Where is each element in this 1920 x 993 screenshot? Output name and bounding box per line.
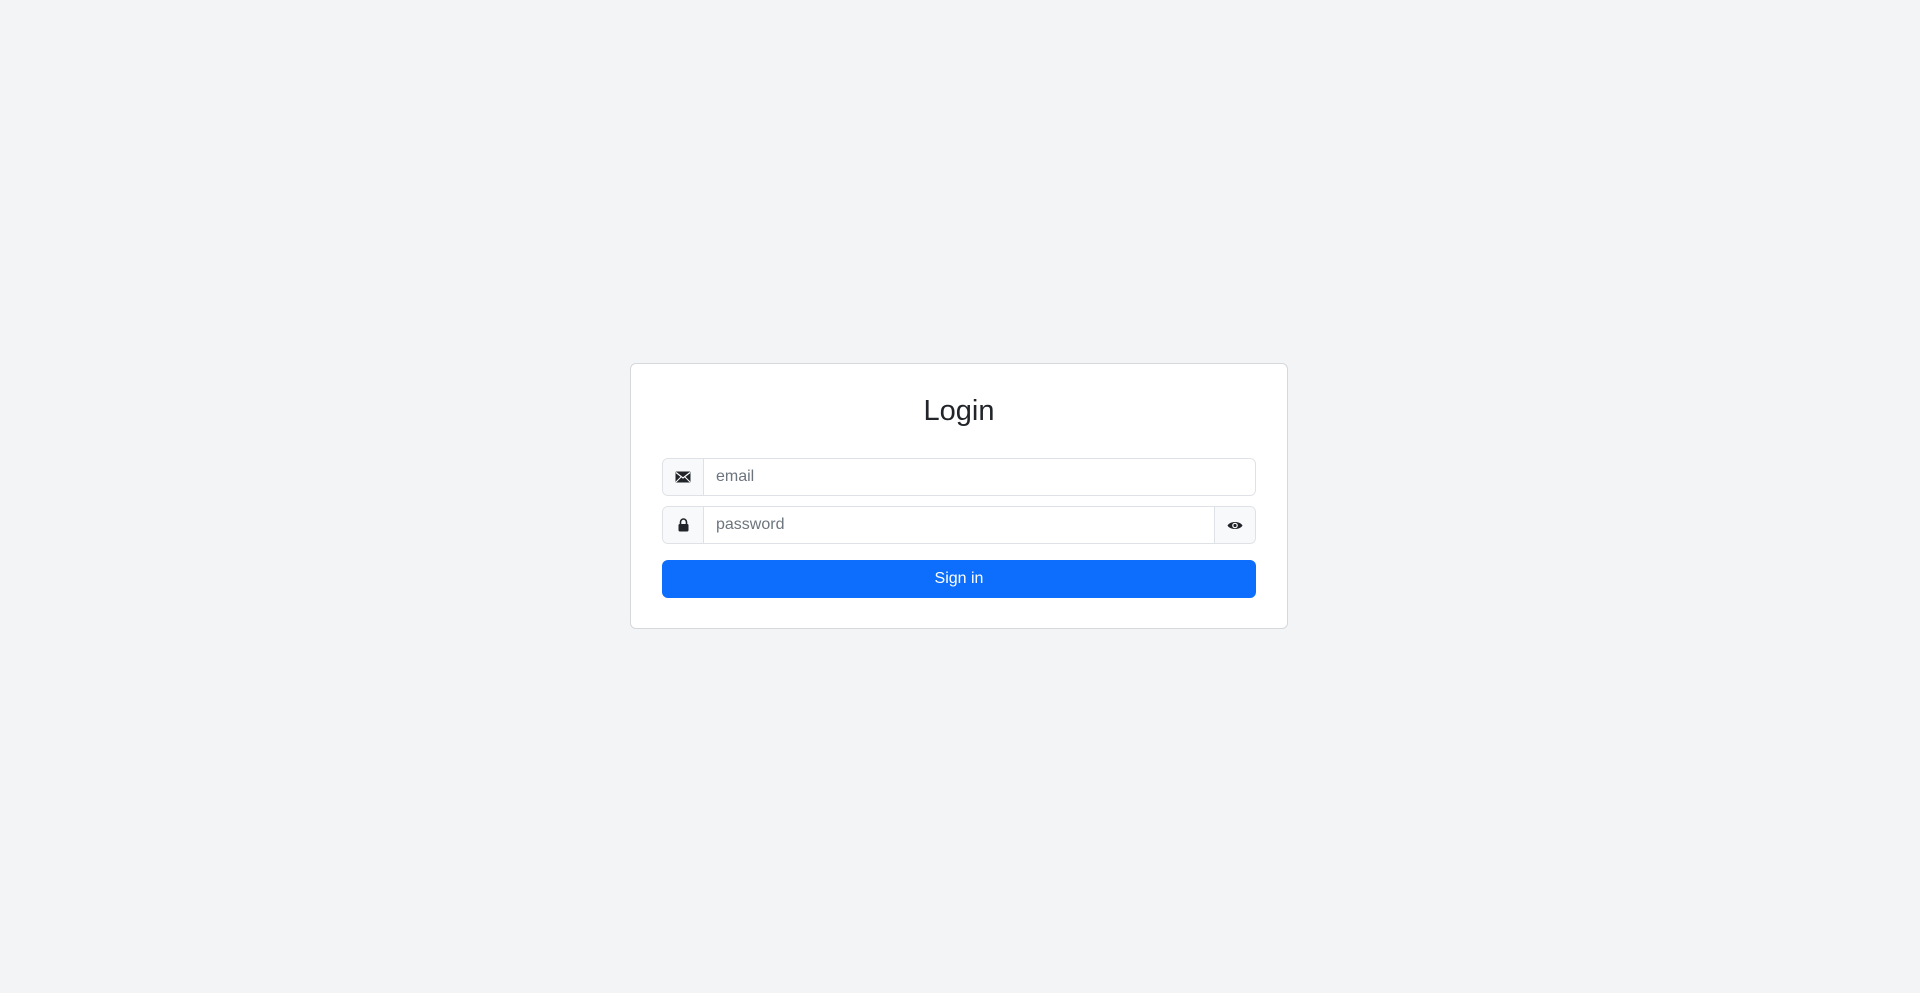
- password-input-group: [662, 506, 1256, 544]
- password-input[interactable]: [704, 507, 1214, 543]
- envelope-icon: [663, 459, 704, 495]
- show-password-toggle[interactable]: [1214, 507, 1255, 543]
- sign-in-button[interactable]: Sign in: [662, 560, 1256, 598]
- email-input-group: [662, 458, 1256, 496]
- eye-icon: [1227, 520, 1243, 531]
- email-input[interactable]: [704, 459, 1255, 495]
- lock-icon: [663, 507, 704, 543]
- login-card: Login email Sign in: [630, 363, 1288, 629]
- login-title: Login: [923, 395, 995, 427]
